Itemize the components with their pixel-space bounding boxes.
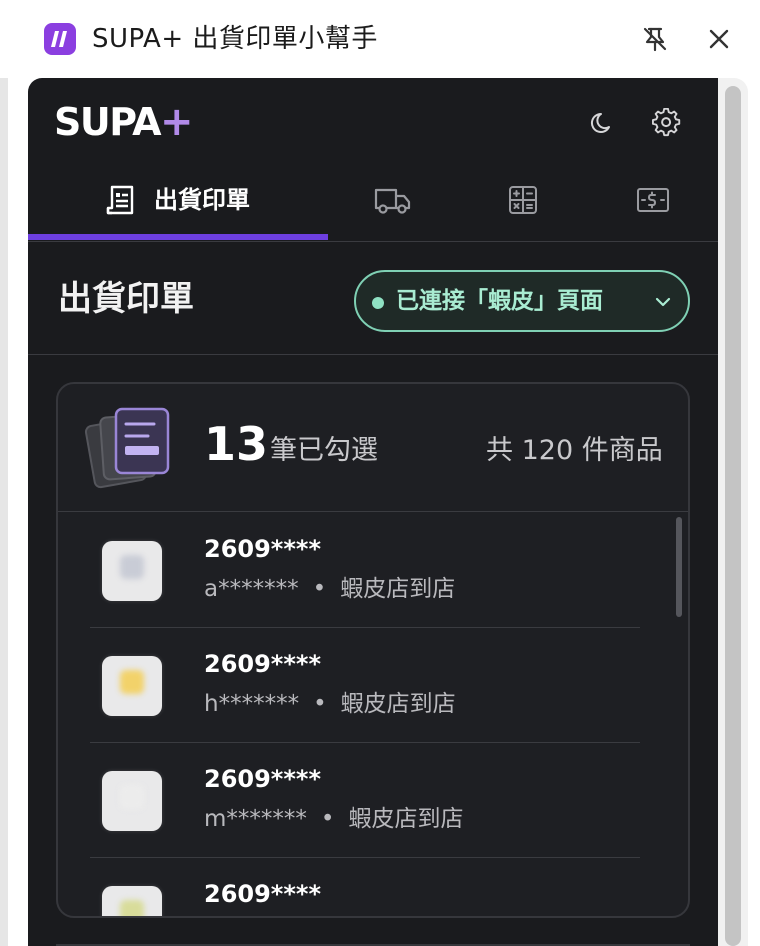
meta-separator: •: [313, 691, 327, 717]
status-dot-icon: [372, 297, 384, 309]
window-title: SUPA+ 出貨印單小幫手: [92, 24, 378, 54]
buyer-name: m*******: [204, 806, 307, 832]
product-thumbnail-blur: [120, 670, 144, 694]
dark-mode-icon[interactable]: [588, 108, 618, 138]
truck-icon: [374, 184, 412, 220]
total-items-label: 共 120 件商品: [486, 435, 663, 466]
settings-gear-icon[interactable]: [652, 107, 682, 138]
section-header: 出貨印單 已連接「蝦皮」頁面: [28, 243, 718, 355]
money-icon: [636, 186, 670, 218]
order-row[interactable]: 2609**** a******* • 蝦皮店到店: [90, 513, 640, 628]
order-meta: a******* • 蝦皮店到店: [204, 573, 455, 605]
unpin-icon[interactable]: [640, 24, 670, 54]
extension-panel: SUPA+ 出貨印單 出貨印單 已連接「蝦皮」頁面 13 筆已勾選 共 120 …: [28, 78, 718, 946]
shipping-method: 蝦皮店到店: [340, 691, 456, 717]
tab-shipping-print[interactable]: 出貨印單: [28, 164, 328, 240]
connection-status-text: 已連接「蝦皮」頁面: [396, 288, 603, 314]
window-titlebar: SUPA+ 出貨印單小幫手: [0, 0, 760, 78]
order-id: 2609****: [204, 880, 321, 908]
tab-shipping-print-label: 出貨印單: [154, 186, 250, 214]
selected-count: 13: [204, 417, 269, 471]
tab-bar: 出貨印單: [28, 164, 718, 242]
active-tab-indicator: [28, 234, 328, 240]
product-thumbnail: [102, 656, 162, 716]
order-meta: h******* • 蝦皮店到店: [204, 688, 456, 720]
calculator-icon: [508, 185, 538, 219]
buyer-name: a*******: [204, 576, 299, 602]
page-title: 出貨印單: [58, 279, 194, 319]
order-id: 2609****: [204, 535, 321, 563]
order-id: 2609****: [204, 650, 321, 678]
order-list[interactable]: 2609**** a******* • 蝦皮店到店 2609**** h******…: [58, 513, 688, 916]
document-stack-icon: [84, 406, 174, 490]
order-row[interactable]: 2609****: [90, 858, 640, 916]
meta-separator: •: [320, 806, 335, 832]
selection-summary: 13 筆已勾選 共 120 件商品: [58, 384, 688, 512]
selected-count-label: 筆已勾選: [270, 435, 378, 466]
receipt-icon: [106, 184, 136, 220]
product-thumbnail-blur: [120, 900, 144, 916]
window-scrollbar-thumb[interactable]: [725, 86, 741, 946]
product-thumbnail: [102, 541, 162, 601]
app-logo-icon: [44, 23, 76, 55]
product-thumbnail-blur: [120, 785, 144, 809]
order-row[interactable]: 2609**** h******* • 蝦皮店到店: [90, 628, 640, 743]
shipping-method: 蝦皮店到店: [340, 576, 456, 602]
logo-text: SUPA: [54, 100, 162, 144]
product-thumbnail: [102, 771, 162, 831]
selected-orders-card: 13 筆已勾選 共 120 件商品 2609**** a******* • 蝦皮店到…: [56, 382, 690, 918]
product-thumbnail: [102, 886, 162, 916]
order-row[interactable]: 2609**** m******* • 蝦皮店到店: [90, 743, 640, 858]
tab-calculator[interactable]: [458, 164, 588, 240]
close-icon[interactable]: [704, 24, 734, 54]
meta-separator: •: [312, 576, 327, 602]
chevron-down-icon: [652, 291, 674, 313]
window-left-edge: [0, 0, 8, 946]
order-meta: m******* • 蝦皮店到店: [204, 803, 463, 835]
connection-status-dropdown[interactable]: 已連接「蝦皮」頁面: [354, 270, 690, 332]
tab-logistics[interactable]: [328, 164, 458, 240]
tab-billing[interactable]: [588, 164, 718, 240]
buyer-name: h*******: [204, 691, 300, 717]
order-id: 2609****: [204, 765, 321, 793]
product-thumbnail-blur: [120, 555, 144, 579]
shipping-method: 蝦皮店到店: [348, 806, 464, 832]
logo-plus: +: [160, 99, 194, 145]
list-scrollbar-thumb[interactable]: [676, 517, 682, 617]
supa-logo: SUPA+: [54, 100, 194, 144]
